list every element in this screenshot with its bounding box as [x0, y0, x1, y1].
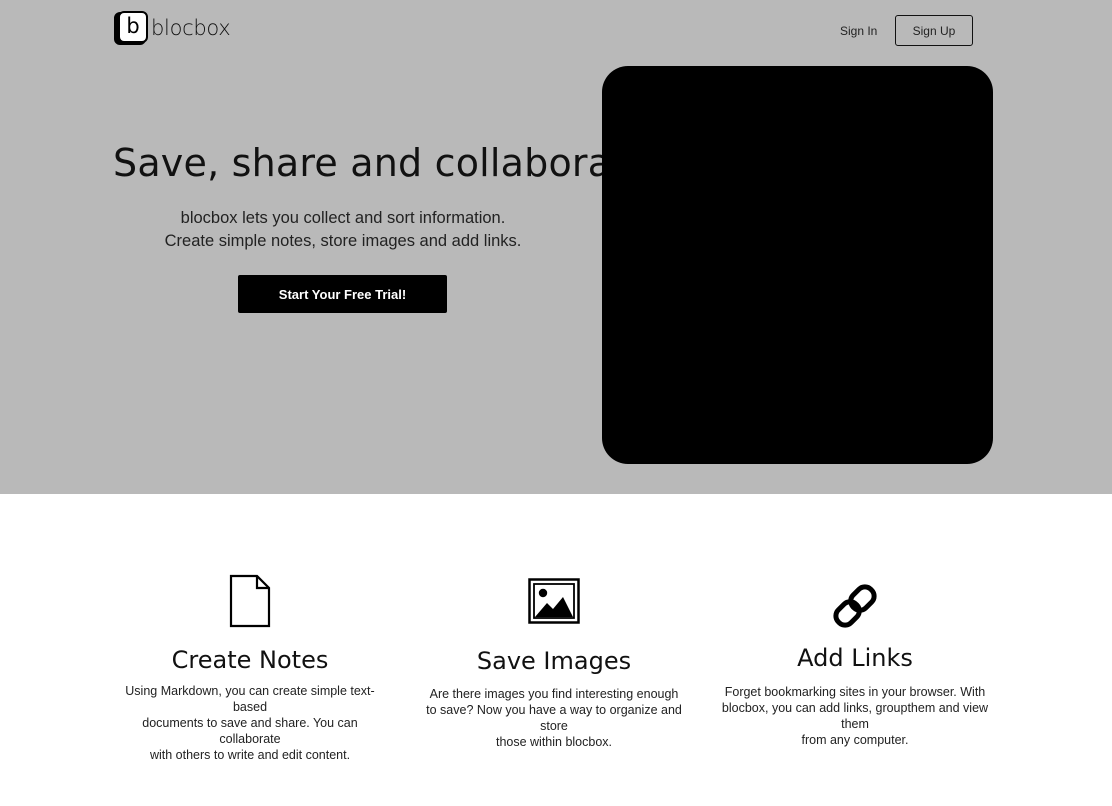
hero-section: b blocbox Sign In Sign Up Save, share an… [0, 0, 1112, 494]
sign-up-button[interactable]: Sign Up [895, 15, 973, 46]
feature-add-links: Add Links Forget bookmarking sites in yo… [708, 570, 1002, 747]
feature-title: Save Images [476, 647, 632, 675]
hero-title: Save, share and collaborate [113, 141, 650, 185]
feature-desc-line: Are there images you find interesting en… [429, 687, 679, 701]
feature-desc-line: those within blocbox. [495, 735, 613, 749]
feature-description: Using Markdown, you can create simple te… [110, 683, 390, 763]
image-icon [414, 578, 694, 624]
logo[interactable]: b blocbox [114, 11, 231, 45]
hero-media-placeholder [602, 66, 993, 464]
feature-desc-line: to save? Now you have a way to organize … [426, 703, 682, 733]
document-icon [110, 574, 390, 628]
feature-description: Are there images you find interesting en… [414, 686, 694, 750]
logo-icon: b [114, 11, 148, 45]
feature-desc-line: with others to write and edit content. [149, 748, 351, 762]
hero-subtitle-line: Create simple notes, store images and ad… [164, 232, 522, 250]
feature-title: Add Links [797, 644, 913, 672]
feature-create-notes: Create Notes Using Markdown, you can cre… [110, 570, 390, 762]
hero-subtitle-line: blocbox lets you collect and sort inform… [180, 209, 506, 227]
feature-desc-line: from any computer. [801, 733, 909, 747]
start-free-trial-button[interactable]: Start Your Free Trial! [238, 275, 447, 313]
hero-subtitle: blocbox lets you collect and sort inform… [113, 207, 573, 253]
feature-desc-line: documents to save and share. You can col… [142, 716, 358, 746]
feature-desc-line: Using Markdown, you can create simple te… [125, 684, 375, 714]
feature-desc-line: Forget bookmarking sites in your browser… [724, 685, 986, 699]
feature-title: Create Notes [171, 646, 329, 674]
brand-name: blocbox [151, 16, 231, 40]
sign-in-link[interactable]: Sign In [840, 24, 877, 38]
feature-description: Forget bookmarking sites in your browser… [708, 684, 1002, 748]
link-icon [708, 582, 1002, 630]
feature-desc-line: blocbox, you can add links, groupthem an… [721, 701, 989, 731]
feature-save-images: Save Images Are there images you find in… [414, 570, 694, 749]
